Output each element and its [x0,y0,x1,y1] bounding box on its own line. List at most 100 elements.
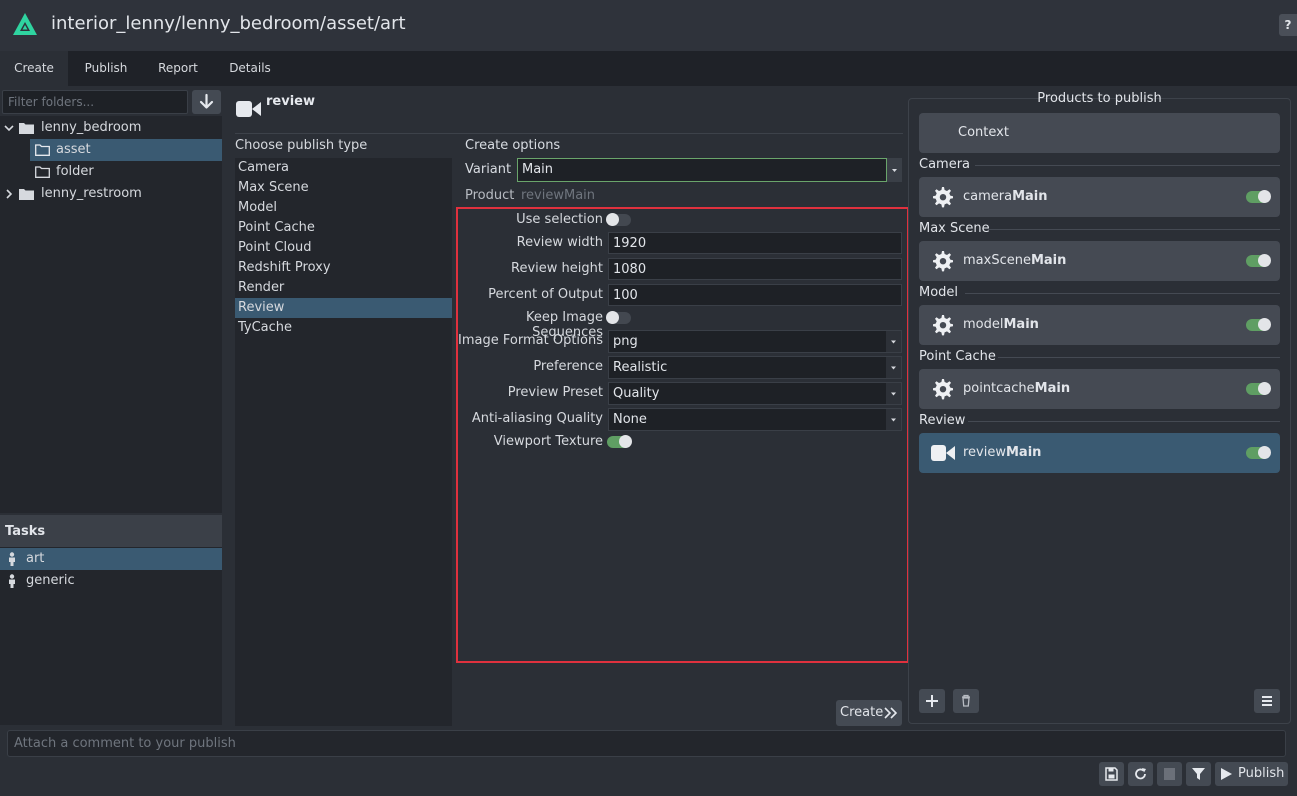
review-height-input[interactable]: 1080 [608,258,902,280]
plus-icon [926,695,938,707]
product-active-toggle[interactable] [1246,446,1271,459]
folder-icon [19,123,34,134]
product-card-max-scene-main[interactable]: maxSceneMain [919,241,1280,281]
publish-type-max-scene[interactable]: Max Scene [235,178,452,198]
help-button[interactable]: ? [1279,14,1297,36]
publish-button[interactable]: Publish [1215,762,1288,786]
product-menu-button[interactable] [1254,689,1280,713]
publish-type-camera[interactable]: Camera [235,158,452,178]
product-active-toggle[interactable] [1246,254,1271,267]
gear-icon [933,315,953,336]
viewport-texture-toggle[interactable] [607,435,632,448]
choose-publish-type-title: Choose publish type [235,138,368,153]
stop-button[interactable] [1157,762,1182,786]
caret-down-icon [891,366,896,370]
select-value: Realistic [613,360,668,375]
task-item-art[interactable]: art [0,548,222,570]
folder-item-lenny-restroom[interactable]: lenny_restroom [0,183,222,205]
select-arrow[interactable] [886,357,901,378]
task-label: generic [26,573,75,588]
publish-type-model[interactable]: Model [235,198,452,218]
product-label: Product [465,188,515,203]
folder-label: lenny_bedroom [41,120,142,135]
validate-button[interactable] [1186,762,1211,786]
publish-type-tycache[interactable]: TyCache [235,318,452,338]
products-to-publish-title: Products to publish [1037,91,1162,106]
tab-report[interactable]: Report [144,51,212,86]
preference-select[interactable]: Realistic [608,356,902,379]
chevron-down-icon[interactable] [4,123,14,133]
play-icon [1221,768,1232,780]
chevron-right-icon[interactable] [4,189,14,199]
product-name: maxSceneMain [963,253,1067,268]
publish-type-redshift-proxy[interactable]: Redshift Proxy [235,258,452,278]
use-selection-label: Use selection [516,212,603,227]
person-icon [9,574,15,588]
tab-create[interactable]: Create [0,51,68,86]
select-arrow[interactable] [886,409,901,430]
select-arrow[interactable] [886,331,901,352]
context-card[interactable]: Context [919,113,1280,153]
folder-item-folder[interactable]: folder [30,161,222,183]
group-label-review: Review [919,413,966,428]
variant-dropdown-button[interactable] [887,158,902,182]
review-height-label: Review height [511,261,603,276]
folder-filter-button[interactable] [192,90,221,114]
folder-filter-input[interactable]: Filter folders... [2,90,188,114]
tasks-header: Tasks [0,515,222,547]
product-name: pointcacheMain [963,381,1071,396]
filter-icon [1192,768,1205,780]
create-button[interactable]: Create [836,700,902,726]
preview-preset-label: Preview Preset [507,385,603,400]
group-label-point-cache: Point Cache [919,349,996,364]
variant-input[interactable]: Main [517,158,887,182]
comment-input[interactable]: Attach a comment to your publish [7,730,1286,757]
task-label: art [26,551,45,566]
publish-type-point-cloud[interactable]: Point Cloud [235,238,452,258]
image-format-options-select[interactable]: png [608,330,902,353]
viewport-texture-label: Viewport Texture [493,434,603,449]
folder-label: asset [56,142,91,157]
keep-image-sequences-toggle[interactable] [606,311,631,324]
caret-down-icon [891,418,896,422]
gear-icon [933,187,953,208]
review-width-input[interactable]: 1920 [608,232,902,254]
product-name: cameraMain [963,189,1048,204]
window-title: interior_lenny/lenny_bedroom/asset/art [51,13,406,34]
product-active-toggle[interactable] [1246,190,1271,203]
folder-open-icon [35,144,50,156]
folder-outline-icon [35,166,50,178]
toggle-knob [1258,254,1271,267]
anti-aliasing-quality-select[interactable]: None [608,408,902,431]
folder-item-asset[interactable]: asset [30,139,222,161]
publish-type-point-cache[interactable]: Point Cache [235,218,452,238]
anti-aliasing-quality-label: Anti-aliasing Quality [471,411,603,426]
refresh-button[interactable] [1128,762,1153,786]
percent-of-output-input[interactable]: 100 [608,284,902,306]
folder-label: folder [56,164,94,179]
add-product-button[interactable] [919,689,945,713]
task-item-generic[interactable]: generic [0,570,222,592]
app-logo-icon [13,13,37,35]
publish-type-render[interactable]: Render [235,278,452,298]
save-button[interactable] [1099,762,1124,786]
product-card-camera-main[interactable]: cameraMain [919,177,1280,217]
product-card-review-main[interactable]: reviewMain [919,433,1280,473]
select-arrow[interactable] [886,383,901,404]
publish-type-review[interactable]: Review [235,298,452,318]
folder-item-lenny-bedroom[interactable]: lenny_bedroom [0,117,222,139]
group-divider [965,293,1280,294]
product-card-model-main[interactable]: modelMain [919,305,1280,345]
delete-product-button[interactable] [953,689,979,713]
tab-publish[interactable]: Publish [70,51,142,86]
product-active-toggle[interactable] [1246,318,1271,331]
product-active-toggle[interactable] [1246,382,1271,395]
product-card-pointcache-main[interactable]: pointcacheMain [919,369,1280,409]
folder-label: lenny_restroom [41,186,142,201]
gear-icon [933,379,953,400]
tab-details[interactable]: Details [214,51,286,86]
preview-preset-select[interactable]: Quality [608,382,902,405]
variant-label: Variant [465,162,512,177]
caret-down-icon [891,392,896,396]
use-selection-toggle[interactable] [606,213,631,226]
